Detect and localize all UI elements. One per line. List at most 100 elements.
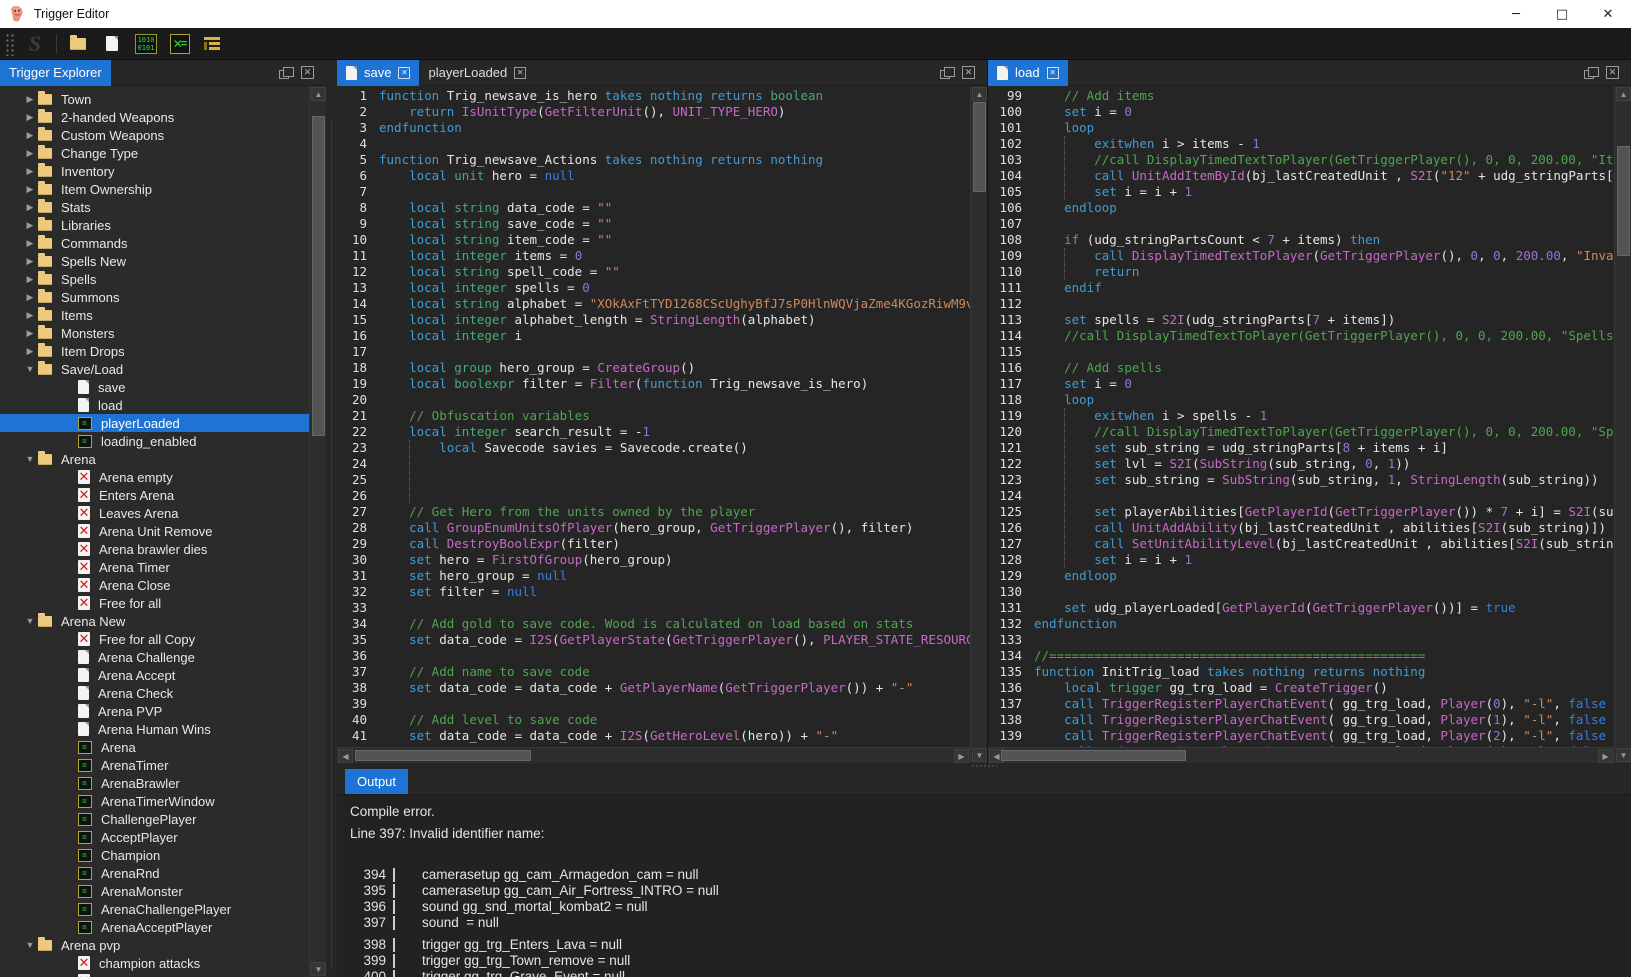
new-trigger-icon[interactable]	[99, 31, 125, 57]
output-splitter[interactable]	[337, 763, 1631, 769]
tree-item-spells[interactable]: ▶Spells	[0, 270, 309, 288]
code-line[interactable]: 3endfunction	[337, 120, 970, 136]
chevron-right-icon[interactable]: ▶	[22, 94, 38, 105]
code-line[interactable]: 30 set hero = FirstOfGroup(hero_group)	[337, 552, 970, 568]
code-line[interactable]: 102 exitwhen i > items - 1	[988, 136, 1614, 152]
chevron-down-icon[interactable]: ▼	[22, 454, 38, 464]
code-line[interactable]: 139 call TriggerRegisterPlayerChatEvent(…	[988, 728, 1614, 744]
code-line[interactable]: 41 set data_code = data_code + I2S(GetHe…	[337, 728, 970, 744]
code-line[interactable]: 105 set i = i + 1	[988, 184, 1614, 200]
tree-item-stats[interactable]: ▶Stats	[0, 198, 309, 216]
code-line[interactable]: 114 //call DisplayTimedTextToPlayer(GetT…	[988, 328, 1614, 344]
code-line[interactable]: 34 // Add gold to save code. Wood is cal…	[337, 616, 970, 632]
trigger-comment-icon[interactable]	[201, 31, 227, 57]
tree-item-arenabrawler[interactable]: ▶ArenaBrawler	[0, 774, 309, 792]
tree-item-arena-new[interactable]: ▼Arena New	[0, 612, 309, 630]
h-scrollbar-left[interactable]: ◀▶	[337, 747, 970, 763]
code-line[interactable]: 127 call SetUnitAbilityLevel(bj_lastCrea…	[988, 536, 1614, 552]
scroll-up-icon[interactable]: ▲	[311, 87, 326, 101]
code-line[interactable]: 32 set filter = null	[337, 584, 970, 600]
code-line[interactable]: 40 // Add level to save code	[337, 712, 970, 728]
close-button[interactable]: ✕	[1585, 0, 1631, 28]
code-area-right[interactable]: 99 // Add items100 set i = 0101 loop102 …	[988, 86, 1614, 747]
tree-item-spells-new[interactable]: ▶Spells New	[0, 252, 309, 270]
code-line[interactable]: 116 // Add spells	[988, 360, 1614, 376]
float-panel-icon[interactable]	[279, 70, 289, 79]
chevron-right-icon[interactable]: ▶	[22, 130, 38, 141]
tree-item-town[interactable]: ▶Town	[0, 90, 309, 108]
code-line[interactable]: 16 local integer i	[337, 328, 970, 344]
code-line[interactable]: 2 return IsUnitType(GetFilterUnit(), UNI…	[337, 104, 970, 120]
tree-scrollbar[interactable]: ▲ ▼	[309, 86, 326, 977]
code-line[interactable]: 118 loop	[988, 392, 1614, 408]
code-line[interactable]: 104 call UnitAddItemById(bj_lastCreatedU…	[988, 168, 1614, 184]
tree-item-arenaacceptplayer[interactable]: ▶ArenaAcceptPlayer	[0, 918, 309, 936]
code-line[interactable]: 103 //call DisplayTimedTextToPlayer(GetT…	[988, 152, 1614, 168]
chevron-right-icon[interactable]: ▶	[22, 346, 38, 357]
scrollbar-thumb[interactable]	[1617, 146, 1630, 256]
tree-item-arena-challenge[interactable]: ▶Arena Challenge	[0, 648, 309, 666]
code-line[interactable]: 6 local unit hero = null	[337, 168, 970, 184]
tree-item-save-load[interactable]: ▼Save/Load	[0, 360, 309, 378]
code-line[interactable]: 26	[337, 488, 970, 504]
code-line[interactable]: 12 local string spell_code = ""	[337, 264, 970, 280]
tree-item-arena[interactable]: ▼Arena	[0, 450, 309, 468]
tree-item-champion[interactable]: ▶Champion	[0, 846, 309, 864]
code-line[interactable]: 15 local integer alphabet_length = Strin…	[337, 312, 970, 328]
code-line[interactable]: 132endfunction	[988, 616, 1614, 632]
tree-item-summons[interactable]: ▶Summons	[0, 288, 309, 306]
code-line[interactable]: 106 endloop	[988, 200, 1614, 216]
chevron-right-icon[interactable]: ▶	[22, 292, 38, 303]
tree-item-commands[interactable]: ▶Commands	[0, 234, 309, 252]
tree-item-arenatimerwindow[interactable]: ▶ArenaTimerWindow	[0, 792, 309, 810]
code-line[interactable]: 134//===================================…	[988, 648, 1614, 664]
code-line[interactable]: 120 //call DisplayTimedTextToPlayer(GetT…	[988, 424, 1614, 440]
explorer-splitter[interactable]	[326, 60, 337, 977]
code-line[interactable]: 11 local integer items = 0	[337, 248, 970, 264]
chevron-down-icon[interactable]: ▼	[22, 616, 38, 626]
code-line[interactable]: 99 // Add items	[988, 88, 1614, 104]
tree-item-loading-enabled[interactable]: ▶loading_enabled	[0, 432, 309, 450]
scrollbar-thumb[interactable]	[973, 102, 986, 192]
code-line[interactable]: 18 local group hero_group = CreateGroup(…	[337, 360, 970, 376]
tree-item-free-for-all-copy[interactable]: ▶Free for all Copy	[0, 630, 309, 648]
code-line[interactable]: 121 set sub_string = udg_stringParts[8 +…	[988, 440, 1614, 456]
v-scrollbar-right[interactable]: ▲▼	[1614, 86, 1631, 763]
tree-item-arenatimer[interactable]: ▶ArenaTimer	[0, 756, 309, 774]
v-scrollbar-left[interactable]: ▲▼	[970, 86, 987, 763]
tree-item-arena-pvp[interactable]: ▶Arena PVP	[0, 702, 309, 720]
tree-item-free-for-all[interactable]: ▶Free for all	[0, 594, 309, 612]
custom-script-icon[interactable]: ✕	[167, 31, 193, 57]
close-tab-icon[interactable]: ✕	[398, 67, 410, 79]
code-line[interactable]: 25	[337, 472, 970, 488]
code-line[interactable]: 117 set i = 0	[988, 376, 1614, 392]
tree-item-items[interactable]: ▶Items	[0, 306, 309, 324]
code-line[interactable]: 22 local integer search_result = -1	[337, 424, 970, 440]
code-line[interactable]: 38 set data_code = data_code + GetPlayer…	[337, 680, 970, 696]
tree-item-enters-arena[interactable]: ▶Enters Arena	[0, 486, 309, 504]
tree-item-arena-accept[interactable]: ▶Arena Accept	[0, 666, 309, 684]
code-line[interactable]: 10 local string item_code = ""	[337, 232, 970, 248]
code-line[interactable]: 29 call DestroyBoolExpr(filter)	[337, 536, 970, 552]
tree-item-leaves-arena[interactable]: ▶Leaves Arena	[0, 504, 309, 522]
code-line[interactable]: 124	[988, 488, 1614, 504]
code-line[interactable]: 129 endloop	[988, 568, 1614, 584]
code-line[interactable]: 1function Trig_newsave_is_hero takes not…	[337, 88, 970, 104]
code-line[interactable]: 119 exitwhen i > spells - 1	[988, 408, 1614, 424]
code-line[interactable]: 111 endif	[988, 280, 1614, 296]
tree-item-arena-timer[interactable]: ▶Arena Timer	[0, 558, 309, 576]
tree-item-2-handed-weapons[interactable]: ▶2-handed Weapons	[0, 108, 309, 126]
chevron-down-icon[interactable]: ▼	[22, 364, 38, 374]
tree-item-inventory[interactable]: ▶Inventory	[0, 162, 309, 180]
tree-item-monsters[interactable]: ▶Monsters	[0, 324, 309, 342]
code-line[interactable]: 8 local string data_code = ""	[337, 200, 970, 216]
code-line[interactable]: 31 set hero_group = null	[337, 568, 970, 584]
chevron-right-icon[interactable]: ▶	[22, 220, 38, 231]
close-panel-icon[interactable]: ✕	[1606, 66, 1619, 79]
tree-item-item-drops[interactable]: ▶Item Drops	[0, 342, 309, 360]
scroll-up-icon[interactable]: ▲	[972, 87, 987, 101]
chevron-right-icon[interactable]: ▶	[22, 184, 38, 195]
chevron-right-icon[interactable]: ▶	[22, 310, 38, 321]
chevron-right-icon[interactable]: ▶	[22, 238, 38, 249]
code-line[interactable]: 21 // Obfuscation variables	[337, 408, 970, 424]
